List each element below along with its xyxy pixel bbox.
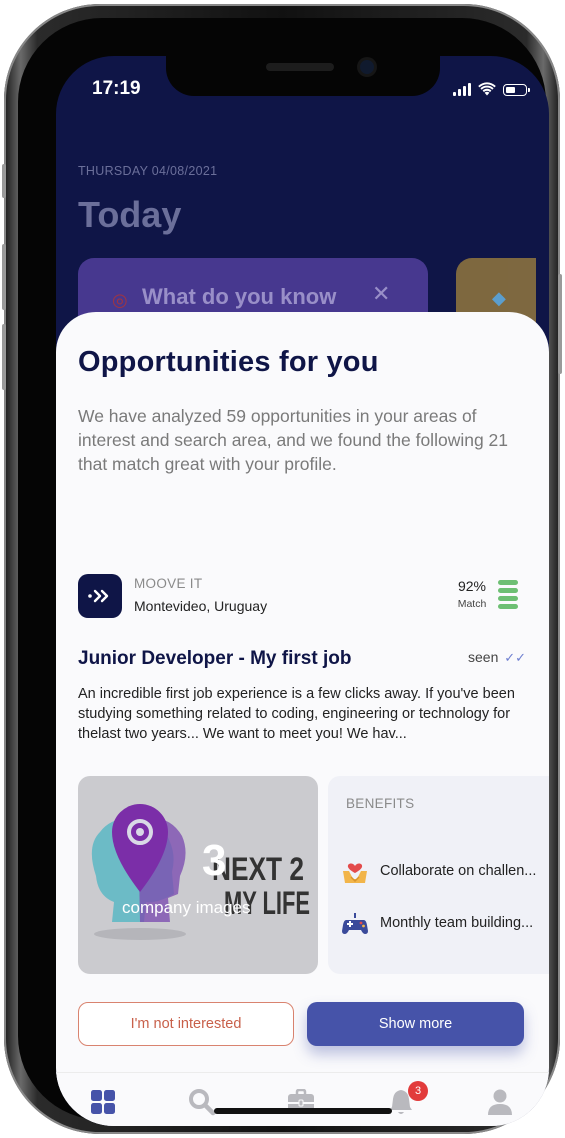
device-frame: 17:19 THURSDAY 04/08/2021 Today ◎ What d… (2, 4, 562, 1134)
power-button (558, 274, 562, 374)
match-meter-icon (498, 580, 518, 609)
double-check-icon: ✓✓ (504, 650, 527, 665)
seen-label: seen (468, 649, 499, 665)
sheet-title: Opportunities for you (78, 346, 379, 378)
benefit-text: Collaborate on challen... (380, 863, 537, 879)
today-title: Today (78, 194, 182, 235)
next2mylife-logo: NEXT 2 MY LIFE (91, 804, 310, 940)
handshake-heart-icon (340, 856, 370, 886)
company-logo[interactable] (78, 574, 122, 618)
quiz-card-text: What do you know (142, 284, 337, 309)
speaker (266, 63, 334, 71)
company-location: Montevideo, Uruguay (134, 598, 268, 614)
tab-search[interactable] (187, 1087, 217, 1117)
gamepad-icon (340, 908, 370, 938)
status-time: 17:19 (92, 78, 141, 99)
today-date: THURSDAY 04/08/2021 (78, 164, 218, 178)
notch (166, 56, 440, 96)
cellular-signal-icon (453, 83, 471, 96)
images-count: 3 (202, 836, 227, 885)
tab-profile[interactable] (485, 1087, 515, 1117)
mute-switch (2, 164, 6, 198)
show-more-button[interactable]: Show more (307, 1002, 524, 1046)
dashboard-icon (91, 1090, 115, 1114)
tab-dashboard[interactable] (88, 1087, 118, 1117)
volume-up-button (2, 244, 6, 310)
benefit-item: Monthly team building... (340, 908, 533, 938)
match-label: Match (457, 598, 487, 610)
company-name: MOOVE IT (134, 576, 203, 591)
target-icon: ◎ (112, 290, 128, 311)
battery-icon (503, 84, 530, 96)
profile-icon (488, 1089, 512, 1115)
close-icon[interactable]: ✕ (372, 282, 390, 307)
screen: 17:19 THURSDAY 04/08/2021 Today ◎ What d… (56, 56, 549, 1126)
images-caption: company images (122, 898, 251, 917)
opportunities-sheet: Opportunities for you We have analyzed 5… (56, 312, 549, 1126)
benefit-item: Collaborate on challen... (340, 856, 536, 886)
home-indicator[interactable] (214, 1108, 392, 1114)
sheet-description: We have analyzed 59 opportunities in you… (78, 406, 509, 474)
diamond-icon: ◆ (492, 288, 506, 309)
front-camera (360, 60, 374, 74)
bezel: 17:19 THURSDAY 04/08/2021 Today ◎ What d… (18, 18, 549, 1126)
company-images-card[interactable]: NEXT 2 MY LIFE 3 company images (78, 776, 318, 974)
not-interested-button[interactable]: I'm not interested (78, 1002, 294, 1046)
job-description: An incredible first job experience is a … (78, 686, 515, 742)
chevrons-icon (88, 589, 109, 603)
search-icon (189, 1089, 216, 1116)
match-percent: 92% (457, 578, 487, 594)
benefits-card[interactable]: BENEFITS Collaborate on challen... Month… (328, 776, 549, 974)
notifications-badge: 3 (408, 1081, 428, 1101)
status-icons (453, 82, 530, 96)
volume-down-button (2, 324, 6, 390)
tab-bar: 3 (56, 1072, 549, 1126)
benefits-title: BENEFITS (346, 796, 415, 811)
seen-indicator: seen ✓✓ (468, 649, 526, 666)
wifi-icon (478, 82, 496, 96)
job-title[interactable]: Junior Developer - My first job (78, 648, 351, 670)
benefit-text: Monthly team building... (380, 915, 534, 931)
